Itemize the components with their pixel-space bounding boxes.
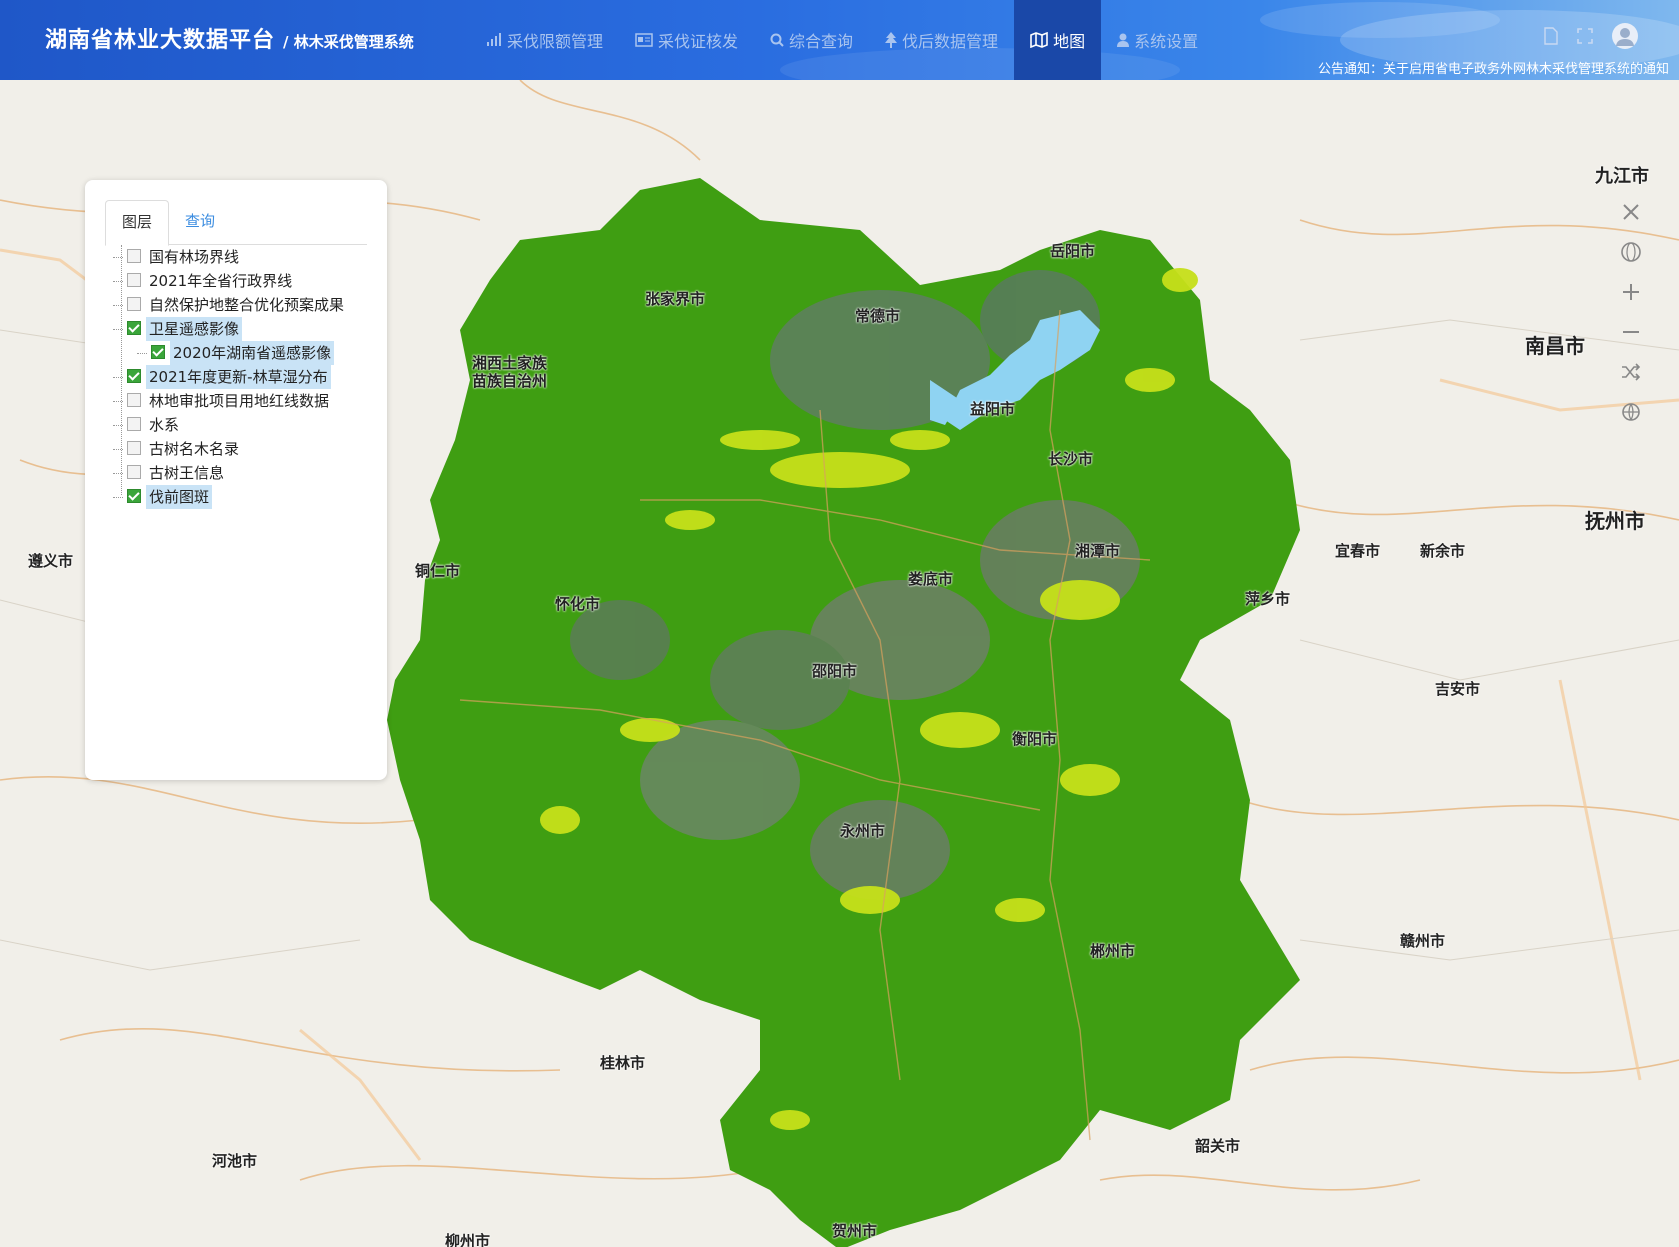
map-label-shaoguan: 韶关市 xyxy=(1195,1137,1241,1155)
map-label-jiujiang: 九江市 xyxy=(1595,166,1649,187)
map-icon xyxy=(1030,32,1048,48)
map-tools xyxy=(1611,192,1651,432)
layer-checkbox[interactable] xyxy=(127,321,141,335)
search-icon xyxy=(770,33,784,47)
layer-item[interactable]: 古树王信息 xyxy=(113,461,383,485)
document-icon[interactable] xyxy=(1543,27,1559,45)
nav-permit-issuance[interactable]: 采伐证核发 xyxy=(619,0,754,80)
header-tools xyxy=(1543,22,1639,50)
tree-icon xyxy=(885,32,898,48)
card-icon xyxy=(635,33,653,47)
globe-icon xyxy=(1621,242,1641,262)
map-label-loudi: 娄底市 xyxy=(908,570,954,588)
map-label-yichun: 宜春市 xyxy=(1335,542,1381,560)
map-label-xinyu: 新余市 xyxy=(1420,542,1466,560)
layer-checkbox[interactable] xyxy=(127,273,141,287)
tab-layers[interactable]: 图层 xyxy=(105,200,170,246)
system-title: / 林木采伐管理系统 xyxy=(283,33,414,51)
zoom-in-button[interactable] xyxy=(1611,272,1651,312)
platform-title: 湖南省林业大数据平台 xyxy=(45,28,276,53)
layer-item-satellite[interactable]: 卫星遥感影像 xyxy=(113,317,383,341)
layer-item-child[interactable]: 2020年湖南省遥感影像 xyxy=(113,341,383,365)
shuffle-tool[interactable] xyxy=(1611,352,1651,392)
map-label-changde: 常德市 xyxy=(855,307,901,325)
nav-system-settings[interactable]: 系统设置 xyxy=(1101,0,1214,80)
map-label-tongren: 铜仁市 xyxy=(415,562,461,580)
plus-icon xyxy=(1623,284,1639,300)
layer-item[interactable]: 伐前图斑 xyxy=(113,485,383,509)
map-label-jian: 吉安市 xyxy=(1435,680,1481,698)
map-label-ganzhou: 赣州市 xyxy=(1400,932,1446,950)
layer-item[interactable]: 2021年度更新-林草湿分布 xyxy=(113,365,383,389)
map-label-hechi: 河池市 xyxy=(212,1152,258,1170)
nav-map[interactable]: 地图 xyxy=(1014,0,1102,80)
close-icon xyxy=(1623,204,1639,220)
layer-item[interactable]: 自然保护地整合优化预案成果 xyxy=(113,293,383,317)
main-nav: 采伐限额管理 采伐证核发 综合查询 伐后数据管理 地图 系统设置 xyxy=(470,0,1214,80)
shuffle-icon xyxy=(1622,363,1641,381)
layer-checkbox[interactable] xyxy=(127,393,141,407)
layer-checkbox[interactable] xyxy=(127,465,141,479)
map-label-xiangxi-2: 苗族自治州 xyxy=(472,372,548,390)
map-label-huaihua: 怀化市 xyxy=(555,595,601,613)
tab-query[interactable]: 查询 xyxy=(169,200,231,243)
map-label-liuzhou: 柳州市 xyxy=(445,1232,491,1247)
layer-checkbox[interactable] xyxy=(127,489,141,503)
layer-item[interactable]: 2021年全省行政界线 xyxy=(113,269,383,293)
app-header: 湖南省林业大数据平台 / 林木采伐管理系统 采伐限额管理 采伐证核发 综合查询 伐… xyxy=(0,0,1679,80)
layer-checkbox[interactable] xyxy=(127,417,141,431)
map-label-guilin: 桂林市 xyxy=(600,1054,646,1072)
map-label-xiangtan: 湘潭市 xyxy=(1075,542,1121,560)
earth-icon xyxy=(1622,403,1640,421)
map-label-zhangjiajie: 张家界市 xyxy=(645,290,706,308)
map-label-shaoyang: 邵阳市 xyxy=(812,662,858,680)
layer-checkbox[interactable] xyxy=(151,345,165,359)
layer-switch-tool[interactable] xyxy=(1611,392,1651,432)
panel-tabs: 图层 查询 xyxy=(105,200,367,246)
map-label-fuzhou: 抚州市 xyxy=(1585,509,1645,533)
nav-quota-management[interactable]: 采伐限额管理 xyxy=(470,0,619,80)
layer-checkbox[interactable] xyxy=(127,297,141,311)
map-label-pingxiang: 萍乡市 xyxy=(1245,590,1291,608)
map-label-yiyang: 益阳市 xyxy=(970,400,1016,418)
layer-item[interactable]: 古树名木名录 xyxy=(113,437,383,461)
brand: 湖南省林业大数据平台 / 林木采伐管理系统 xyxy=(45,22,414,54)
map-label-chenzhou: 郴州市 xyxy=(1090,942,1136,960)
fullscreen-icon[interactable] xyxy=(1577,28,1593,44)
zoom-out-button[interactable] xyxy=(1611,312,1651,352)
user-icon xyxy=(1117,33,1130,47)
nav-comprehensive-query[interactable]: 综合查询 xyxy=(754,0,869,80)
map-label-hengyang: 衡阳市 xyxy=(1012,730,1058,748)
minus-icon xyxy=(1623,331,1639,333)
map-label-yueyang: 岳阳市 xyxy=(1050,242,1096,260)
layer-item[interactable]: 林地审批项目用地红线数据 xyxy=(113,389,383,413)
map-label-nanchang: 南昌市 xyxy=(1525,334,1585,358)
layer-tree: 国有林场界线 2021年全省行政界线 自然保护地整合优化预案成果 卫星遥感影像 … xyxy=(113,245,383,509)
close-map-tool[interactable] xyxy=(1611,192,1651,232)
map-label-zunyi: 遵义市 xyxy=(28,552,74,570)
layer-panel: 图层 查询 国有林场界线 2021年全省行政界线 自然保护地整合优化预案成果 卫… xyxy=(85,180,387,780)
layer-checkbox[interactable] xyxy=(127,441,141,455)
avatar-icon[interactable] xyxy=(1611,22,1639,50)
map-label-hezhou: 贺州市 xyxy=(832,1222,878,1240)
bar-chart-icon xyxy=(487,33,501,46)
layer-checkbox[interactable] xyxy=(127,249,141,263)
layer-item[interactable]: 国有林场界线 xyxy=(113,245,383,269)
nav-post-harvest-data[interactable]: 伐后数据管理 xyxy=(869,0,1014,80)
globe-tool[interactable] xyxy=(1611,232,1651,272)
layer-checkbox[interactable] xyxy=(127,369,141,383)
layer-item[interactable]: 水系 xyxy=(113,413,383,437)
map-label-changsha: 长沙市 xyxy=(1048,450,1094,468)
announcement-ticker[interactable]: 公告通知：关于启用省电子政务外网林木采伐管理系统的通知 xyxy=(1318,58,1669,77)
map-label-yongzhou: 永州市 xyxy=(840,822,886,840)
